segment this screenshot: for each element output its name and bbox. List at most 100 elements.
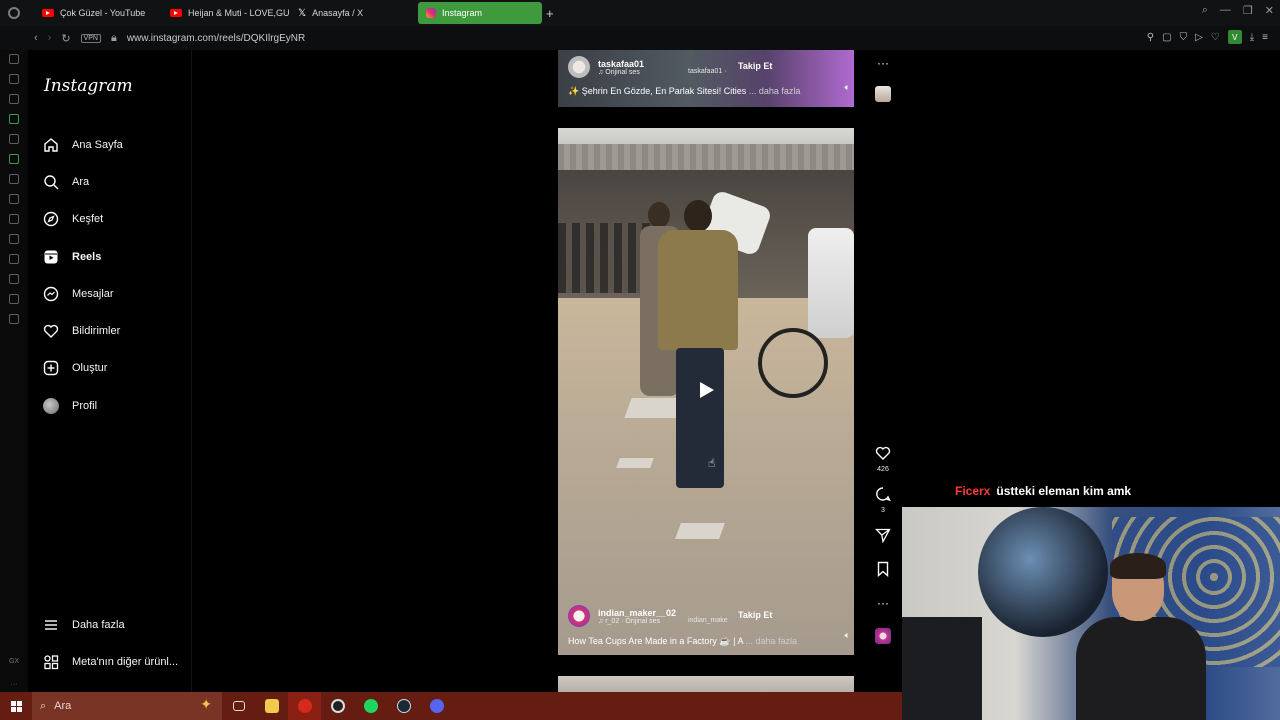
audio-label[interactable]: ♫ r_02 · Orijinal ses: [598, 618, 676, 625]
reel-previous[interactable]: taskafaa01 ♫ Orijinal ses taskafaa01 · T…: [558, 50, 854, 107]
spotify-icon[interactable]: [354, 692, 387, 720]
back-icon[interactable]: ‹: [34, 32, 38, 44]
volume-icon[interactable]: 🔈︎: [845, 82, 850, 93]
aria-icon[interactable]: [9, 154, 19, 164]
follow-button[interactable]: Takip Et: [738, 610, 772, 620]
more-icon[interactable]: ···: [11, 681, 18, 688]
caption: ✨ Şehrin En Gözde, En Parlak Sitesi! Cit…: [568, 86, 801, 96]
share-icon[interactable]: [875, 524, 891, 546]
instagram-icon[interactable]: [9, 194, 19, 204]
nav-profile[interactable]: Profil: [42, 387, 123, 424]
tab-strip: Çok Güzel - YouTube Heijan & Muti - LOVE…: [0, 0, 1280, 26]
opera-logo-icon[interactable]: [0, 0, 28, 26]
whatsapp-icon[interactable]: [9, 174, 19, 184]
nav-notifications[interactable]: Bildirimler: [42, 312, 123, 349]
nav-create[interactable]: Oluştur: [42, 350, 123, 387]
more-link[interactable]: ... daha fazla: [749, 86, 801, 96]
restore-icon[interactable]: ❐: [1243, 4, 1253, 17]
reel-current[interactable]: ☝︎ indian_maker__02 ♫ r_02 · Orijinal se…: [558, 128, 854, 655]
vpn-badge[interactable]: VPN: [80, 33, 101, 43]
taskbar-search[interactable]: ⌕ Ara ✦: [32, 692, 222, 720]
comment-icon[interactable]: [875, 483, 891, 505]
taskbar: ⌕ Ara ✦: [0, 692, 902, 720]
extensions-icon[interactable]: [9, 294, 19, 304]
history-icon[interactable]: [9, 74, 19, 84]
bookmark-icon[interactable]: [875, 558, 891, 580]
forward-icon[interactable]: ›: [48, 32, 52, 44]
download-icon[interactable]: ⤓: [1250, 32, 1254, 43]
heart-icon[interactable]: ♡: [1211, 32, 1220, 43]
menu-icon[interactable]: ≡: [1262, 32, 1268, 43]
file-explorer-icon[interactable]: [255, 692, 288, 720]
audio-thumbnail[interactable]: [875, 628, 891, 644]
username[interactable]: taskafaa01: [598, 59, 644, 69]
settings-icon[interactable]: [9, 314, 19, 324]
minimize-icon[interactable]: —: [1220, 4, 1231, 17]
volume-icon[interactable]: 🔈︎: [845, 630, 850, 641]
nav-meta-products[interactable]: Meta'nın diğer ürünl...: [42, 643, 178, 680]
wallet-icon[interactable]: [9, 54, 19, 64]
close-icon[interactable]: ✕: [1265, 4, 1274, 17]
instagram-logo[interactable]: Instagram: [44, 76, 133, 96]
audio-thumbnail[interactable]: [875, 86, 891, 102]
secondary-nav: Daha fazla Meta'nın diğer ürünl...: [42, 606, 178, 681]
meta-grid-icon: [42, 653, 60, 671]
twitch-icon[interactable]: [9, 114, 19, 124]
discord-icon[interactable]: [420, 692, 453, 720]
avatar[interactable]: [568, 56, 590, 78]
play-icon[interactable]: [700, 382, 714, 398]
avatar[interactable]: [568, 605, 590, 627]
more-options-icon[interactable]: ···: [877, 592, 889, 614]
nav-messages[interactable]: Mesajlar: [42, 275, 123, 312]
audio-label[interactable]: ♫ Orijinal ses: [598, 69, 644, 76]
opera-gx-icon[interactable]: [288, 692, 321, 720]
start-button[interactable]: [0, 692, 32, 720]
like-heart-icon[interactable]: [875, 442, 891, 464]
youtube-icon: [170, 9, 182, 17]
tab-youtube-2[interactable]: Heijan & Muti - LOVE,GU…: [162, 2, 290, 24]
nav-label: Ana Sayfa: [72, 138, 123, 151]
nav-label: Profil: [72, 399, 98, 412]
clock-icon[interactable]: [9, 274, 19, 284]
reload-icon[interactable]: ↻: [61, 32, 70, 45]
nav-home[interactable]: Ana Sayfa: [42, 126, 123, 163]
username[interactable]: indian_maker__02: [598, 608, 676, 618]
player-icon[interactable]: [9, 234, 19, 244]
follow-button[interactable]: Takip Et: [738, 61, 772, 71]
search-placeholder: Ara: [54, 700, 72, 712]
m-icon[interactable]: [9, 134, 19, 144]
like-count: 426: [877, 466, 889, 473]
reel-next[interactable]: [558, 676, 854, 692]
steam-icon[interactable]: [387, 692, 420, 720]
workspace-icon[interactable]: [9, 94, 19, 104]
search-icon[interactable]: ⌕: [1202, 4, 1208, 17]
more-options-icon[interactable]: ···: [877, 52, 889, 74]
chrome-icon[interactable]: [321, 692, 354, 720]
new-tab-button[interactable]: +: [546, 6, 554, 21]
x-icon[interactable]: [9, 214, 19, 224]
more-link[interactable]: ... daha fazla: [745, 636, 797, 646]
tab-instagram[interactable]: Instagram: [418, 2, 542, 24]
nav-search[interactable]: Ara: [42, 163, 123, 200]
pin-icon[interactable]: ⚲: [1147, 32, 1154, 43]
streamer: [1072, 553, 1206, 720]
reel-user: indian_maker__02 ♫ r_02 · Orijinal ses i…: [568, 605, 844, 627]
reel-previous-actions: ···: [872, 52, 894, 102]
nav-more[interactable]: Daha fazla: [42, 606, 178, 643]
profile-badge[interactable]: V: [1227, 30, 1242, 44]
snapshot-icon[interactable]: ▢: [1162, 32, 1171, 43]
tab-x[interactable]: 𝕏 Anasayfa / X: [290, 2, 418, 24]
nav-reels[interactable]: Reels: [42, 238, 123, 275]
url-field[interactable]: www.instagram.com/reels/DQKIlrgEyNR: [127, 33, 305, 44]
tab-label: Heijan & Muti - LOVE,GU…: [188, 8, 290, 18]
task-view-icon[interactable]: [222, 692, 255, 720]
nav-label: Keşfet: [72, 213, 104, 226]
send-icon[interactable]: ▷: [1195, 32, 1203, 43]
shield-icon[interactable]: ⛉: [1180, 32, 1188, 43]
copilot-sparkle-icon: ✦: [200, 696, 212, 712]
tab-youtube-1[interactable]: Çok Güzel - YouTube: [34, 2, 162, 24]
opera-sidebar: GX ···: [0, 50, 28, 692]
nav-explore[interactable]: Keşfet: [42, 201, 123, 238]
tab-label: Anasayfa / X: [312, 8, 364, 18]
pinboard-icon[interactable]: [9, 254, 19, 264]
